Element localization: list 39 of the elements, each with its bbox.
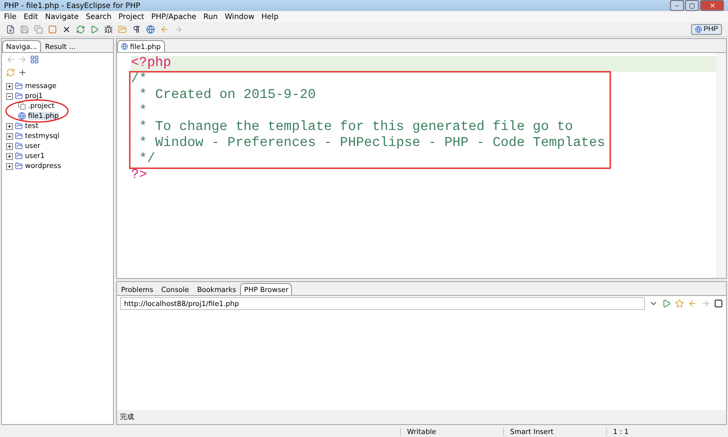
expand-toggle-icon[interactable] [6, 82, 13, 90]
copy-icon[interactable] [34, 24, 43, 34]
grid-icon[interactable] [30, 55, 39, 64]
plus-icon[interactable] [18, 68, 27, 77]
annotation-ellipse [5, 99, 69, 123]
expand-toggle-icon[interactable] [6, 132, 13, 140]
square-icon[interactable] [48, 24, 57, 34]
expand-toggle-icon[interactable] [6, 162, 13, 170]
stop-icon[interactable] [714, 299, 723, 308]
globe-icon [694, 26, 702, 32]
close-icon[interactable] [708, 2, 716, 9]
expand-toggle-icon[interactable] [6, 152, 13, 160]
code-comment: * Window - Preferences - PHPeclipse - PHP - Code Templates [138, 137, 606, 151]
run-icon[interactable] [90, 24, 99, 34]
x-icon[interactable] [62, 24, 71, 34]
globe-icon [18, 112, 26, 120]
expand-toggle-icon[interactable] [6, 142, 13, 150]
expand-toggle-icon[interactable] [6, 122, 13, 130]
bug-icon[interactable] [104, 24, 113, 34]
collapse-toggle-icon[interactable] [6, 92, 13, 100]
save-icon[interactable] [20, 24, 29, 34]
code-comment: */ [138, 153, 156, 167]
php-tag: ?> [131, 169, 148, 183]
maximize-icon[interactable] [689, 2, 695, 8]
minimize-icon[interactable] [674, 2, 680, 8]
code-comment: * Created on 2015-9-20 [138, 89, 316, 103]
code-comment: * [138, 105, 148, 119]
file-icon [18, 102, 26, 110]
refresh-icon[interactable] [76, 24, 85, 34]
star-icon[interactable] [675, 299, 684, 308]
new-file-icon[interactable] [6, 24, 15, 34]
globe-icon[interactable] [146, 24, 155, 34]
globe-icon [121, 43, 128, 50]
dropdown-icon[interactable] [649, 299, 658, 308]
code-comment: * To change the template for this generated file go to [138, 121, 573, 135]
code-comment: /* [131, 73, 148, 87]
pilcrow-icon[interactable] [132, 24, 141, 34]
go-icon[interactable] [662, 299, 671, 308]
php-tag: <?php [131, 57, 172, 71]
